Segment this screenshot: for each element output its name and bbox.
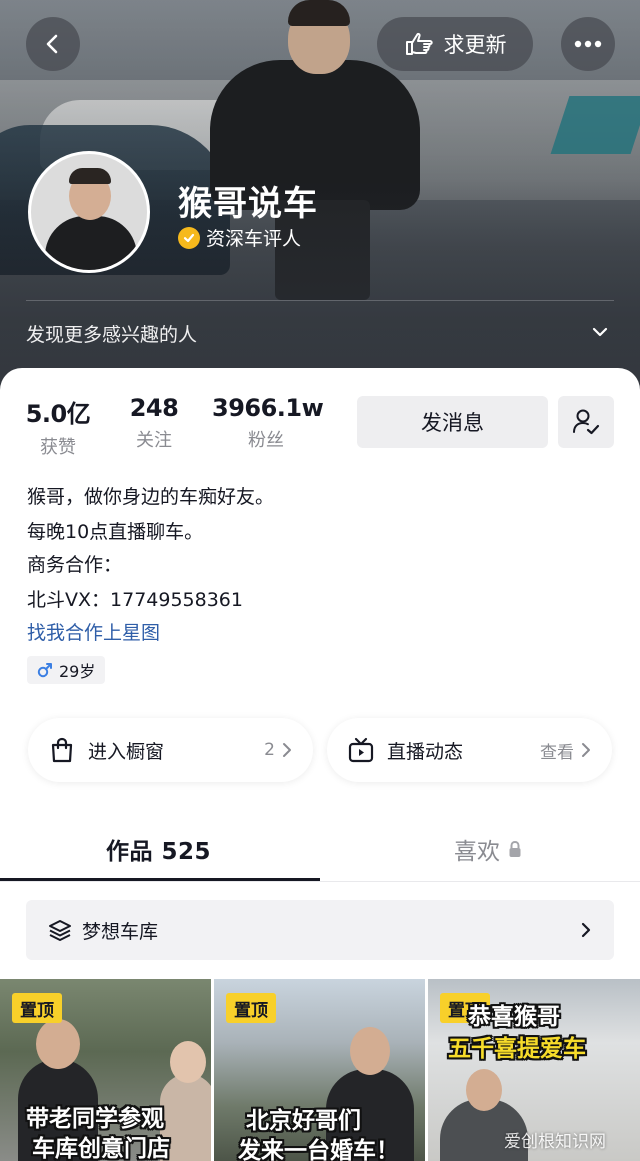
stat-likes: 5.0亿 获赞 xyxy=(22,394,94,459)
watermark: 爱创根知识网 xyxy=(504,1132,606,1152)
thumbnail-person-head xyxy=(350,1027,390,1075)
request-update-label: 求更新 xyxy=(443,33,507,57)
shop-window-count: 2 xyxy=(264,740,275,760)
chevron-right-icon xyxy=(283,743,291,757)
thumbnail-person-head xyxy=(466,1069,502,1111)
thumbnail-person-head xyxy=(170,1041,206,1083)
layers-icon xyxy=(49,920,71,941)
verification-row: 资深车评人 xyxy=(178,224,301,251)
more-options-button[interactable] xyxy=(561,17,615,71)
more-dots-icon xyxy=(574,40,602,48)
pinned-tag: 置顶 xyxy=(226,993,276,1023)
live-activity-label: 直播动态 xyxy=(387,740,464,763)
video-caption: 车库创意门店 xyxy=(32,1136,170,1161)
tv-live-icon xyxy=(348,737,374,763)
stat-following-label: 关注 xyxy=(136,430,172,451)
avatar-hair xyxy=(69,168,111,184)
tab-works[interactable]: 作品 525 xyxy=(106,832,211,866)
dream-garage-label: 梦想车库 xyxy=(82,920,159,943)
video-caption: 带老同学参观 xyxy=(26,1106,164,1132)
video-caption: 恭喜猴哥 xyxy=(468,1004,560,1030)
bio-line: 商务合作： xyxy=(27,554,123,576)
profile-nickname: 猴哥说车 xyxy=(178,184,318,224)
user-check-icon xyxy=(573,409,600,435)
avatar-body xyxy=(45,216,137,270)
dream-garage-entry[interactable]: 梦想车库 xyxy=(26,900,614,960)
request-update-button[interactable]: 求更新 xyxy=(377,17,533,71)
live-activity-action: 查看 xyxy=(540,742,574,763)
stat-followers-value: 3966.1w xyxy=(212,394,324,422)
chevron-right-icon xyxy=(581,922,591,938)
chevron-down-icon[interactable] xyxy=(590,322,610,342)
back-button[interactable] xyxy=(26,17,80,71)
send-message-button[interactable]: 发消息 xyxy=(357,396,548,448)
following-status-button[interactable] xyxy=(558,396,614,448)
pinned-tag: 置顶 xyxy=(12,993,62,1023)
stat-followers[interactable]: 3966.1w 粉丝 xyxy=(212,394,324,452)
bio-line: 猴哥，做你身边的车痴好友。 xyxy=(27,486,275,508)
stat-likes-label: 获赞 xyxy=(40,437,76,458)
shopping-bag-icon xyxy=(51,737,73,763)
video-caption: 五千喜提爱车 xyxy=(448,1036,586,1062)
stat-likes-value: 5.0亿 xyxy=(25,400,91,428)
discover-more-people[interactable]: 发现更多感兴趣的人 xyxy=(26,320,197,347)
live-activity-entry[interactable]: 直播动态 查看 xyxy=(327,718,612,782)
video-caption: 发来一台婚车！ xyxy=(238,1138,399,1161)
verified-check-icon xyxy=(178,226,200,249)
business-cooperation-link[interactable]: 找我合作上星图 xyxy=(27,618,160,645)
pointing-hand-icon xyxy=(405,32,433,55)
stat-following[interactable]: 248 关注 xyxy=(120,394,188,452)
stat-followers-label: 粉丝 xyxy=(248,430,284,451)
tab-divider xyxy=(0,881,640,882)
age-gender-tag: 29岁 xyxy=(27,656,106,684)
video-thumbnail[interactable]: 置顶 带老同学参观 车库创意门店 xyxy=(0,979,211,1161)
tab-likes[interactable]: 喜欢 xyxy=(454,832,522,866)
video-caption: 北京好哥们 xyxy=(246,1108,361,1134)
shop-window-label: 进入橱窗 xyxy=(88,740,165,763)
bio-line: 每晚10点直播聊车。 xyxy=(27,521,204,543)
video-thumbnail[interactable]: 置顶 北京好哥们 发来一台婚车！ xyxy=(214,979,425,1161)
thumbnail-person-head xyxy=(36,1019,80,1069)
chevron-left-icon xyxy=(46,34,58,54)
age-label: 29岁 xyxy=(59,662,96,681)
bio-line: 北斗VX：17749558361 xyxy=(27,589,243,611)
lock-icon xyxy=(509,840,521,857)
verification-label: 资深车评人 xyxy=(206,228,302,250)
male-gender-icon xyxy=(37,663,52,678)
header-divider xyxy=(26,300,614,301)
stat-following-value: 248 xyxy=(129,394,179,422)
chevron-right-icon xyxy=(582,743,590,757)
avatar[interactable] xyxy=(28,151,150,273)
tab-likes-label: 喜欢 xyxy=(454,839,500,865)
shop-window-entry[interactable]: 进入橱窗 2 xyxy=(28,718,313,782)
